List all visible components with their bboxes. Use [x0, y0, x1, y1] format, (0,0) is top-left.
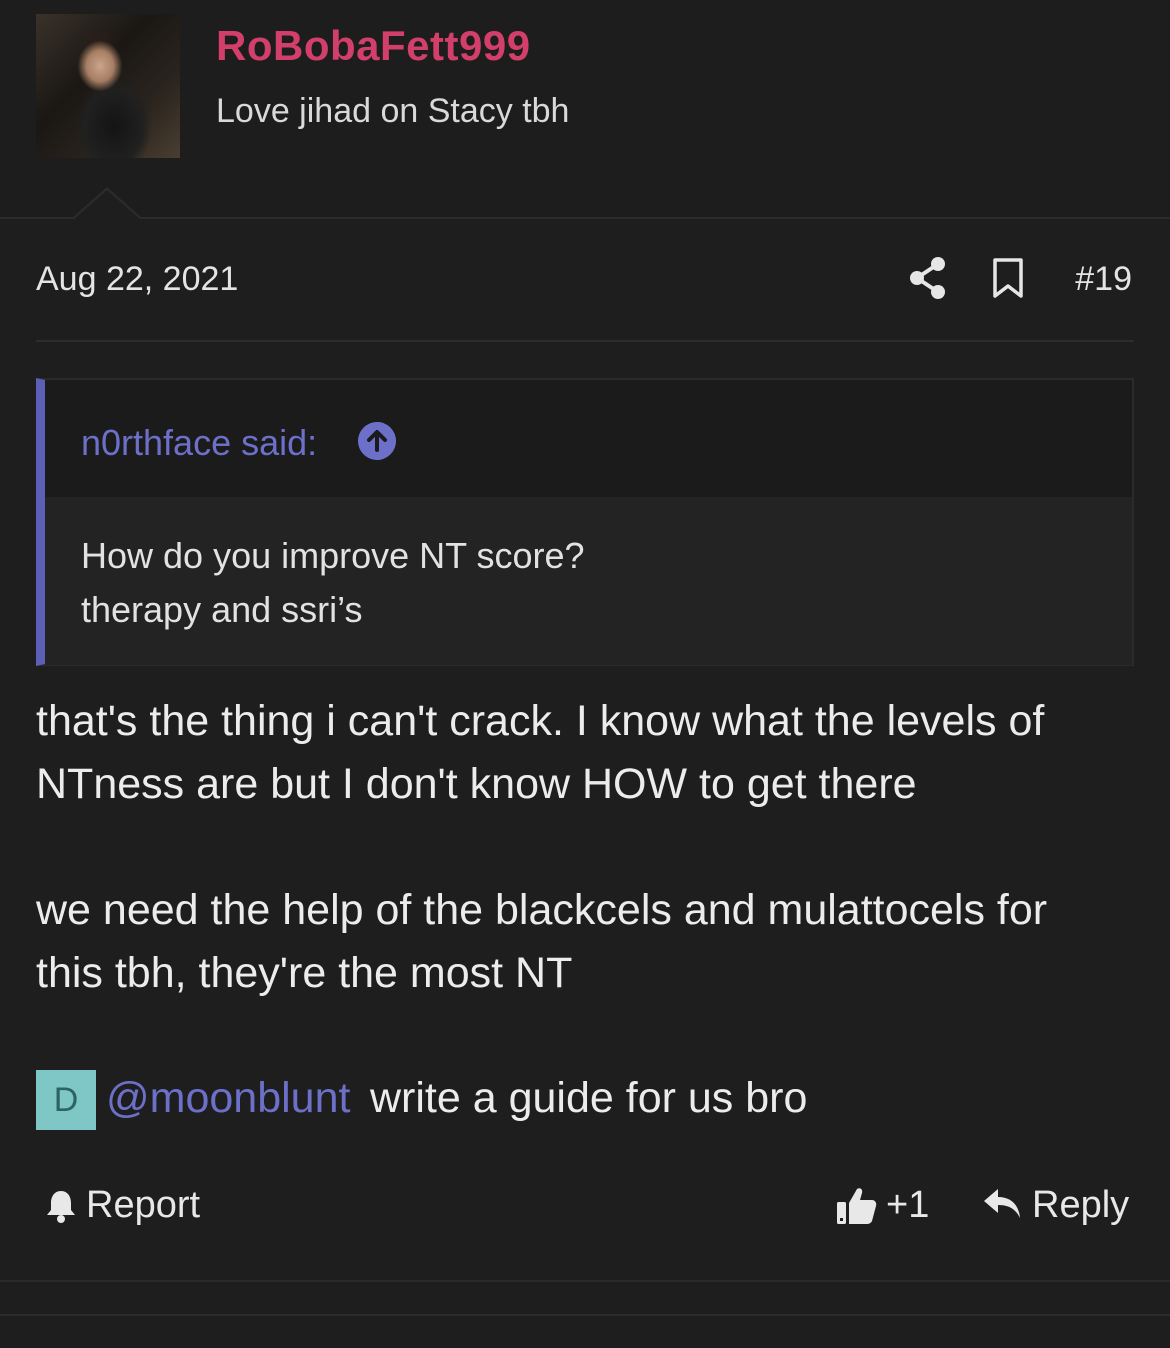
- jump-to-quote-icon[interactable]: [358, 422, 396, 460]
- quote-content: How do you improve NT score? therapy and…: [45, 497, 1132, 665]
- like-count: +1: [886, 1184, 930, 1226]
- thumbs-up-icon: [837, 1188, 877, 1224]
- quote-block: n0rthface said: How do you improve NT sc…: [36, 378, 1134, 666]
- author-username[interactable]: RoBobaFett999: [216, 22, 531, 70]
- forum-post: RoBobaFett999 Love jihad on Stacy tbh Au…: [0, 0, 1170, 1348]
- message-text-line: this tbh, they're the most NT: [36, 949, 573, 997]
- message-text-line: write a guide for us bro: [370, 1074, 808, 1122]
- message-text-line: we need the help of the blackcels and mu…: [36, 886, 1048, 934]
- author-user-title: Love jihad on Stacy tbh: [216, 92, 570, 130]
- header-divider: [0, 217, 1170, 219]
- meta-divider: [36, 340, 1134, 342]
- reply-arrow-icon: [984, 1189, 1020, 1218]
- quote-text-line: therapy and ssri’s: [81, 589, 363, 630]
- post-footer-divider: [0, 1280, 1170, 1282]
- reply-label: Reply: [1032, 1184, 1130, 1226]
- header-pointer-fill: [73, 190, 141, 220]
- bookmark-icon[interactable]: [990, 256, 1026, 300]
- message-text-line: NTness are but I don't know HOW to get t…: [36, 760, 917, 808]
- post-date[interactable]: Aug 22, 2021: [36, 260, 238, 299]
- quote-author-link[interactable]: n0rthface said:: [81, 422, 317, 464]
- bell-icon: [47, 1191, 75, 1223]
- report-label: Report: [86, 1184, 201, 1226]
- mention-avatar[interactable]: D: [36, 1070, 96, 1130]
- message-text-line: that's the thing i can't crack. I know w…: [36, 697, 1045, 745]
- quote-text-line: How do you improve NT score?: [81, 535, 585, 576]
- post-author-header: RoBobaFett999 Love jihad on Stacy tbh: [0, 0, 1170, 218]
- author-avatar[interactable]: [36, 14, 180, 158]
- post-number-link[interactable]: #19: [1075, 260, 1132, 299]
- share-icon[interactable]: [906, 256, 950, 300]
- quote-header: n0rthface said:: [45, 380, 1132, 497]
- mention-link[interactable]: @moonblunt: [106, 1074, 350, 1123]
- next-post-edge: [0, 1314, 1170, 1348]
